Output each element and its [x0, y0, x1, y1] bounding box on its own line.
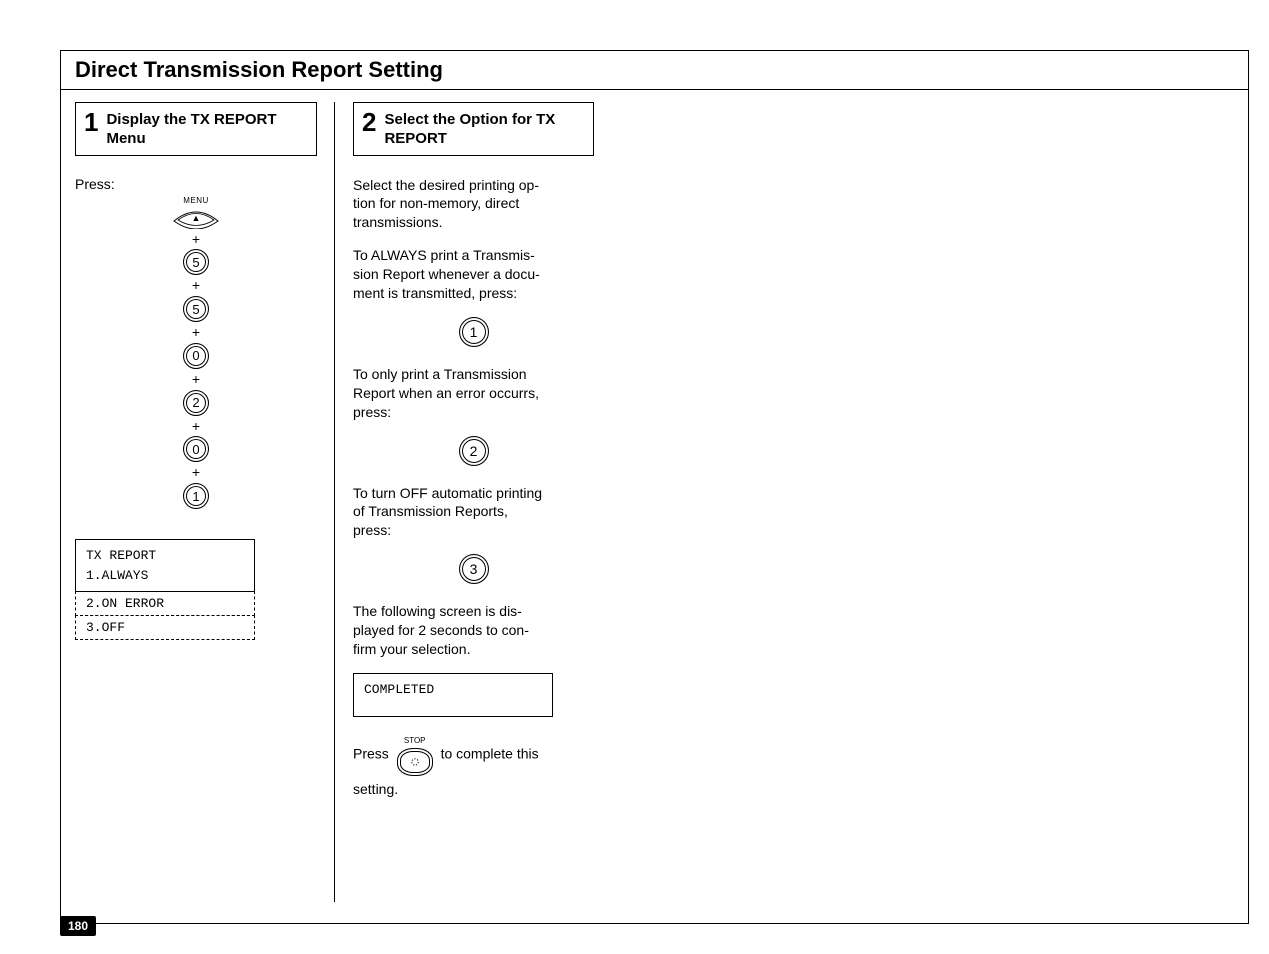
step-2-header: 2 Select the Option for TX REPORT [353, 102, 594, 156]
press-stop-line: Press STOP to complete this setting. [353, 733, 594, 803]
key-2-icon: 2 [183, 390, 209, 416]
complete-tail: to complete this [441, 745, 539, 761]
key-0-icon: 0 [183, 436, 209, 462]
key-sequence: MENU ▲ + 5 + 5 + 0 + 2 + 0 + [121, 196, 271, 510]
lcd-completed-text: COMPLETED [364, 682, 434, 697]
columns: 1 Display the TX REPORT Menu Press: MENU… [61, 90, 1248, 902]
step-1-title: Display the TX REPORT Menu [106, 109, 308, 149]
plus-icon: + [192, 324, 200, 341]
setting-word: setting. [353, 781, 398, 797]
plus-icon: + [192, 418, 200, 435]
paragraph-on-error: To only print a Transmission Report when… [353, 365, 594, 422]
page-border: Direct Transmission Report Setting 1 Dis… [60, 50, 1249, 924]
column-1: 1 Display the TX REPORT Menu Press: MENU… [75, 102, 335, 902]
key-3-icon: 3 [459, 554, 489, 584]
plus-icon: + [192, 464, 200, 481]
paragraph-confirm: The following screen is dis- played for … [353, 602, 594, 659]
key-5-icon: 5 [183, 249, 209, 275]
menu-key-icon: ▲ [172, 207, 220, 229]
section-title-box: Direct Transmission Report Setting [61, 51, 1248, 90]
key-5-icon: 5 [183, 296, 209, 322]
section-title: Direct Transmission Report Setting [75, 57, 1234, 83]
stop-key-icon [397, 748, 433, 776]
paragraph-always: To ALWAYS print a Transmis- sion Report … [353, 246, 594, 303]
step-1-header: 1 Display the TX REPORT Menu [75, 102, 317, 156]
page-number-badge: 180 [60, 916, 96, 936]
paragraph-off: To turn OFF automatic printing of Transm… [353, 484, 594, 541]
plus-icon: + [192, 371, 200, 388]
column-2: 2 Select the Option for TX REPORT Select… [334, 102, 594, 902]
press-word: Press [353, 745, 389, 761]
step-2-title: Select the Option for TX REPORT [384, 109, 585, 149]
press-label: Press: [75, 176, 317, 192]
key-0-icon: 0 [183, 343, 209, 369]
menu-triangle-icon: ▲ [172, 213, 220, 223]
lcd-hidden-2: 2.ON ERROR [75, 591, 255, 616]
lcd-completed: COMPLETED [353, 673, 553, 717]
lcd-line-2: 1.ALWAYS [86, 568, 148, 583]
stop-key-wrap: STOP [397, 733, 433, 776]
step-1-number: 1 [84, 109, 98, 135]
menu-label: MENU [183, 196, 209, 205]
stop-label: STOP [397, 733, 433, 748]
key-1-icon: 1 [459, 317, 489, 347]
key-1-icon: 1 [183, 483, 209, 509]
key-3-row: 3 [353, 554, 594, 584]
plus-icon: + [192, 277, 200, 294]
step-2-number: 2 [362, 109, 376, 135]
lcd-stack: TX REPORT 1.ALWAYS 2.ON ERROR 3.OFF [75, 539, 317, 640]
key-2-icon: 2 [459, 436, 489, 466]
key-1-row: 1 [353, 317, 594, 347]
plus-icon: + [192, 231, 200, 248]
lcd-line-1: TX REPORT [86, 548, 156, 563]
paragraph-intro: Select the desired printing op- tion for… [353, 176, 594, 233]
lcd-hidden-3: 3.OFF [75, 615, 255, 640]
key-2-row: 2 [353, 436, 594, 466]
lcd-display: TX REPORT 1.ALWAYS [75, 539, 255, 592]
